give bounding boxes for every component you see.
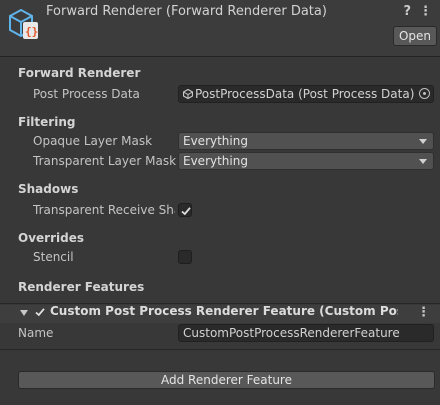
opaque-layer-mask-label: Opaque Layer Mask bbox=[33, 134, 153, 148]
section-renderer-features: Renderer Features bbox=[18, 280, 145, 294]
foldout-arrow-icon[interactable] bbox=[20, 310, 28, 316]
feature-name-value: CustomPostProcessRendererFeature bbox=[183, 326, 400, 340]
feature-name-field[interactable]: CustomPostProcessRendererFeature bbox=[178, 324, 434, 342]
feature-bottom-separator bbox=[0, 349, 440, 350]
post-process-data-value: PostProcessData (Post Process Data) bbox=[195, 87, 415, 101]
object-picker-icon[interactable] bbox=[419, 88, 430, 99]
help-icon[interactable]: ? bbox=[403, 4, 411, 19]
stencil-label: Stencil bbox=[33, 250, 74, 264]
header-divider bbox=[0, 56, 440, 57]
post-process-data-field[interactable]: PostProcessData (Post Process Data) bbox=[178, 85, 434, 103]
feature-name-label: Name bbox=[18, 326, 54, 340]
transparent-receive-shadows-checkbox[interactable] bbox=[178, 203, 192, 217]
opaque-layer-mask-dropdown[interactable]: Everything bbox=[178, 132, 434, 150]
open-button[interactable]: Open bbox=[393, 26, 437, 46]
opaque-layer-mask-value: Everything bbox=[183, 134, 248, 148]
inspector-header: {} Forward Renderer (Forward Renderer Da… bbox=[0, 0, 440, 56]
checkmark-icon bbox=[181, 207, 191, 216]
stencil-checkbox[interactable] bbox=[178, 250, 192, 264]
feature-title: Custom Post Process Renderer Feature (Cu… bbox=[50, 304, 398, 318]
transparent-layer-mask-value: Everything bbox=[183, 154, 248, 168]
feature-enabled-checkbox[interactable] bbox=[34, 306, 46, 318]
svg-text:{}: {} bbox=[25, 25, 38, 38]
dropdown-arrow-icon bbox=[419, 139, 427, 144]
scriptable-object-icon bbox=[183, 89, 193, 99]
section-filtering: Filtering bbox=[18, 115, 76, 129]
inspector-title: Forward Renderer (Forward Renderer Data) bbox=[46, 4, 327, 19]
post-process-data-label: Post Process Data bbox=[33, 87, 140, 101]
section-overrides: Overrides bbox=[18, 231, 84, 245]
transparent-receive-shadows-label: Transparent Receive Shadows bbox=[33, 203, 175, 217]
section-shadows: Shadows bbox=[18, 182, 79, 196]
feature-menu-icon[interactable]: ⋮ bbox=[417, 305, 430, 320]
dropdown-arrow-icon bbox=[419, 159, 427, 164]
renderer-asset-icon: {} bbox=[9, 8, 38, 39]
add-renderer-feature-button[interactable]: Add Renderer Feature bbox=[18, 371, 435, 389]
transparent-layer-mask-dropdown[interactable]: Everything bbox=[178, 152, 434, 170]
transparent-layer-mask-label: Transparent Layer Mask bbox=[33, 154, 177, 168]
section-forward-renderer: Forward Renderer bbox=[18, 66, 141, 80]
kebab-menu-icon[interactable]: ⋮ bbox=[419, 4, 432, 19]
